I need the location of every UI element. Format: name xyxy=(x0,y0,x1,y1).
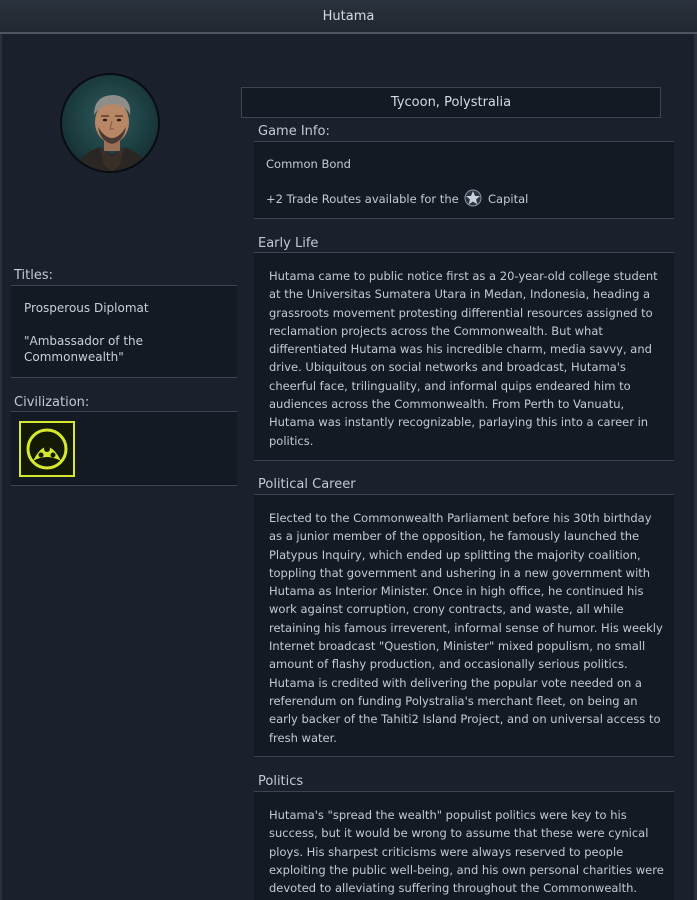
titles-label: Titles: xyxy=(14,268,54,283)
leader-portrait-image xyxy=(73,95,151,171)
politics-label: Politics xyxy=(258,774,304,789)
civilization-box xyxy=(11,411,237,486)
leader-title-header: Tycoon, Polystralia xyxy=(241,87,661,118)
bonus-suffix: Capital xyxy=(488,192,529,206)
political-career-label: Political Career xyxy=(258,477,356,492)
bonus-description: +2 Trade Routes available for the Capita… xyxy=(266,189,528,210)
title-item: "Ambassador of the Commonwealth" xyxy=(24,334,144,364)
civilization-emblem-button[interactable] xyxy=(19,421,75,477)
early-life-label: Early Life xyxy=(258,236,319,251)
capital-star-icon xyxy=(464,189,482,210)
early-life-panel: Hutama came to public notice first as a … xyxy=(254,252,674,461)
politics-text: Hutama's "spread the wealth" populist po… xyxy=(269,808,664,896)
title-item: Prosperous Diplomat xyxy=(24,301,149,315)
window-titlebar: Hutama xyxy=(0,0,697,34)
titles-box: Prosperous Diplomat "Ambassador of the C… xyxy=(11,285,237,378)
political-career-text: Elected to the Commonwealth Parliament b… xyxy=(269,511,663,745)
civilization-label: Civilization: xyxy=(14,395,90,410)
bonus-name: Common Bond xyxy=(266,157,351,171)
political-career-panel: Elected to the Commonwealth Parliament b… xyxy=(254,494,674,757)
window-border-left xyxy=(0,34,2,900)
bonus-prefix: +2 Trade Routes available for the xyxy=(266,192,459,206)
early-life-text: Hutama came to public notice first as a … xyxy=(269,269,658,448)
game-info-label: Game Info: xyxy=(258,124,330,139)
window-title: Hutama xyxy=(322,9,375,24)
leader-portrait xyxy=(60,73,160,173)
game-info-panel: Common Bond +2 Trade Routes available fo… xyxy=(254,141,674,219)
politics-panel: Hutama's "spread the wealth" populist po… xyxy=(254,791,674,900)
polystralia-emblem-icon xyxy=(26,428,68,470)
